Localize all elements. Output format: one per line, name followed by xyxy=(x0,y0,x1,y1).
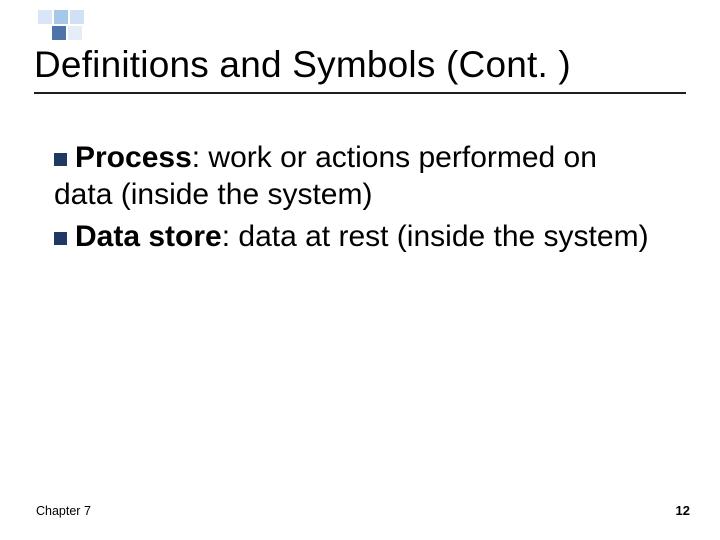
footer-page-number: 12 xyxy=(676,503,690,518)
slide-title: Definitions and Symbols (Cont. ) xyxy=(34,44,686,86)
decor-square xyxy=(68,26,82,40)
title-area: Definitions and Symbols (Cont. ) xyxy=(34,44,686,94)
list-item: Process: work or actions performed on da… xyxy=(54,140,660,213)
corner-decoration-row2 xyxy=(52,26,82,40)
slide: Definitions and Symbols (Cont. ) Process… xyxy=(0,0,720,540)
definition-text: : data at rest (inside the system) xyxy=(222,220,649,253)
title-underline xyxy=(34,92,686,94)
body-text: Process: work or actions performed on da… xyxy=(54,140,660,262)
square-bullet-icon xyxy=(54,232,67,245)
decor-square xyxy=(38,10,52,24)
decor-square xyxy=(70,10,84,24)
list-item: Data store: data at rest (inside the sys… xyxy=(54,219,660,256)
decor-square xyxy=(54,10,68,24)
square-bullet-icon xyxy=(54,153,67,166)
term: Data store xyxy=(75,220,222,253)
term: Process xyxy=(75,141,192,174)
corner-decoration xyxy=(38,10,84,24)
footer-chapter: Chapter 7 xyxy=(36,504,91,518)
decor-square xyxy=(52,26,66,40)
